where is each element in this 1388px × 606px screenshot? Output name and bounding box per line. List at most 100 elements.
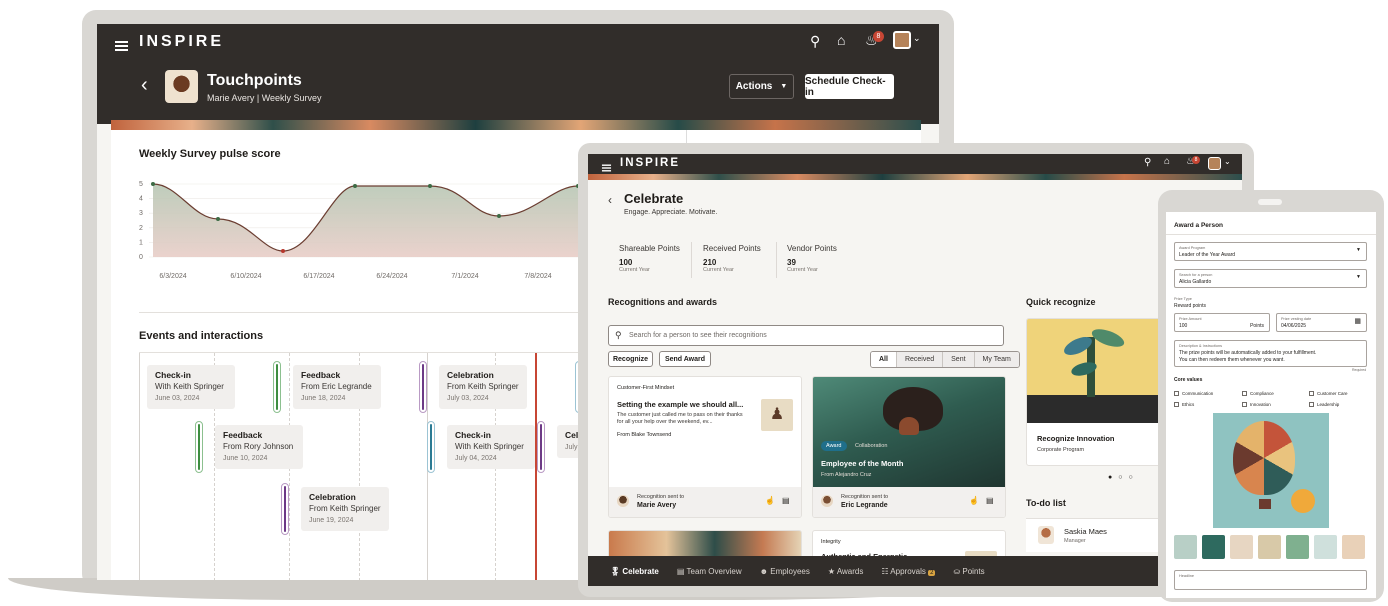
nav-awards[interactable]: ★ Awards xyxy=(828,567,863,576)
thumbnail[interactable] xyxy=(1342,535,1365,559)
nav-approvals[interactable]: ☷ Approvals 2 xyxy=(881,566,936,576)
award-form-title: Award a Person xyxy=(1174,222,1224,229)
user-avatar[interactable] xyxy=(1208,157,1221,170)
profile-photo xyxy=(165,70,198,103)
recognition-card[interactable]: Customer-First Mindset Setting the examp… xyxy=(608,376,802,518)
nav-team-overview[interactable]: ▤ Team Overview xyxy=(677,567,742,576)
event-card[interactable]: Feedback From Eric Legrande June 18, 2024 xyxy=(293,365,381,409)
events-title: Events and interactions xyxy=(139,330,264,342)
carousel-dots[interactable]: ●○○ xyxy=(1108,474,1139,481)
menu-icon[interactable] xyxy=(601,164,612,172)
user-avatar[interactable] xyxy=(893,31,911,49)
like-icon[interactable]: ☝ xyxy=(765,496,775,505)
search-icon: ⚲ xyxy=(615,330,622,340)
home-icon[interactable]: ⌂ xyxy=(837,32,845,48)
footer-label: Recognition sent to xyxy=(637,494,685,500)
schedule-checkin-button[interactable]: Schedule Check-in xyxy=(805,74,894,99)
todo-item[interactable]: Saskia Maes Manager xyxy=(1026,518,1166,552)
checkbox-leadership[interactable]: Leadership xyxy=(1309,399,1339,410)
chevron-down-icon[interactable]: ⌄ xyxy=(913,33,921,44)
feedback-marker[interactable] xyxy=(273,361,281,413)
celebration-marker[interactable] xyxy=(281,483,289,535)
event-card[interactable]: Celebration From Keith Springer June 19, 2… xyxy=(301,487,389,531)
award-chip: Award xyxy=(821,441,847,451)
thumbnail[interactable] xyxy=(1258,535,1281,559)
decorative-banner xyxy=(111,120,921,130)
caret-down-icon: ▼ xyxy=(780,83,788,90)
search-icon[interactable]: ⚲ xyxy=(1144,157,1151,168)
nav-label: Points xyxy=(962,566,985,576)
vesting-date-input[interactable]: Prize vesting date 04/06/2025 ▦ xyxy=(1276,313,1367,332)
y-tick-label: 1 xyxy=(139,239,143,246)
tab-sent[interactable]: Sent xyxy=(942,352,974,367)
event-card[interactable]: Celebration From Keith Springer July 03, 2… xyxy=(439,365,527,409)
book-icon: ☷ xyxy=(881,566,889,576)
thumbnail[interactable] xyxy=(1230,535,1253,559)
recognition-search-input[interactable]: ⚲ Search for a person to see their recog… xyxy=(608,325,1004,346)
description-textarea[interactable]: Description & Instructions The prize poin… xyxy=(1174,340,1367,367)
thumbnail[interactable] xyxy=(1314,535,1337,559)
avatar xyxy=(617,495,629,507)
filter-tabs: All Received Sent My Team xyxy=(870,351,1020,368)
thumbnail[interactable] xyxy=(1174,535,1197,559)
event-card[interactable]: Check-in With Keith Springer July 04, 2024 xyxy=(447,425,535,469)
chevron-down-icon[interactable]: ⌄ xyxy=(1224,157,1231,166)
card-footer: Recognition sent to Eric Legrande ☝ ▤ xyxy=(813,487,1005,517)
recognize-button[interactable]: Recognize xyxy=(608,351,653,367)
checkin-marker[interactable] xyxy=(427,421,435,473)
x-tick-label: 6/10/2024 xyxy=(230,273,261,280)
pulse-point[interactable] xyxy=(281,249,285,253)
pulse-point[interactable] xyxy=(353,184,357,188)
event-card[interactable]: Feedback From Rory Johnson June 10, 2024 xyxy=(215,425,303,469)
thumbnail[interactable] xyxy=(1286,535,1309,559)
required-note: Required xyxy=(1352,368,1367,372)
actions-button[interactable]: Actions ▼ xyxy=(729,74,794,99)
like-icon[interactable]: ☝ xyxy=(969,496,979,505)
phone-speaker xyxy=(1258,199,1282,205)
person-search-select[interactable]: Search for a person Alicia Gallardo ▼ xyxy=(1174,269,1367,288)
home-icon[interactable]: ⌂ xyxy=(1164,156,1170,167)
headline-input[interactable]: Headline xyxy=(1174,570,1367,590)
thumbnail[interactable] xyxy=(1202,535,1225,559)
nav-celebrate[interactable]: 🎖 Celebrate xyxy=(610,567,659,576)
nav-employees[interactable]: ☻ Employees xyxy=(760,567,810,576)
send-award-button[interactable]: Send Award xyxy=(659,351,711,367)
avatar xyxy=(821,495,833,507)
award-program-select[interactable]: Award Program Leader of the Year Award ▼ xyxy=(1174,242,1367,261)
celebration-marker[interactable] xyxy=(537,421,545,473)
back-icon[interactable]: ‹ xyxy=(608,193,612,207)
tablet-screen: INSPIRE ⚲ ⌂ ♨ 8 ⌄ ‹ Celebrate Engage. Ap… xyxy=(588,154,1242,586)
tab-all[interactable]: All xyxy=(871,352,896,367)
kpi-sub: Current Year xyxy=(619,267,650,273)
prize-amount-input[interactable]: Prize Amount 100 Points xyxy=(1174,313,1270,332)
search-icon[interactable]: ⚲ xyxy=(810,33,820,50)
feedback-marker[interactable] xyxy=(195,421,203,473)
pulse-area xyxy=(153,184,603,257)
actions-label: Actions xyxy=(735,81,773,92)
nav-points[interactable]: ⛀ Points xyxy=(953,567,984,576)
recognition-card[interactable]: Award Collaboration Employee of the Mont… xyxy=(812,376,1006,518)
checkbox-communication[interactable]: Communication xyxy=(1174,388,1213,399)
back-icon[interactable]: ‹ xyxy=(141,74,148,97)
celebration-marker[interactable] xyxy=(419,361,427,413)
pulse-point[interactable] xyxy=(216,217,220,221)
pulse-point[interactable] xyxy=(428,184,432,188)
pulse-point[interactable] xyxy=(151,182,155,186)
quick-recognize-title: Quick recognize xyxy=(1026,297,1096,307)
balloon-image xyxy=(1233,421,1295,495)
tab-received[interactable]: Received xyxy=(895,352,943,367)
checkbox-ethics[interactable]: Ethics xyxy=(1174,399,1194,410)
pulse-point[interactable] xyxy=(497,214,501,218)
event-card[interactable]: Check-in With Keith Springer June 03, 2024 xyxy=(147,365,235,409)
menu-icon[interactable] xyxy=(115,41,128,51)
card-image xyxy=(1027,319,1165,423)
comment-icon[interactable]: ▤ xyxy=(782,496,790,505)
phone-screen: Award a Person Award Program Leader of th… xyxy=(1166,212,1376,598)
checkbox-innovation[interactable]: Innovation xyxy=(1242,399,1271,410)
footer-label: Recognition sent to xyxy=(841,494,889,500)
comment-icon[interactable]: ▤ xyxy=(986,496,994,505)
checkbox-compliance[interactable]: Compliance xyxy=(1242,388,1274,399)
checkbox-customer-care[interactable]: Customer Care xyxy=(1309,388,1348,399)
quick-recognize-card[interactable]: Recognize Innovation Corporate Program xyxy=(1026,318,1166,466)
tab-my-team[interactable]: My Team xyxy=(973,352,1019,367)
